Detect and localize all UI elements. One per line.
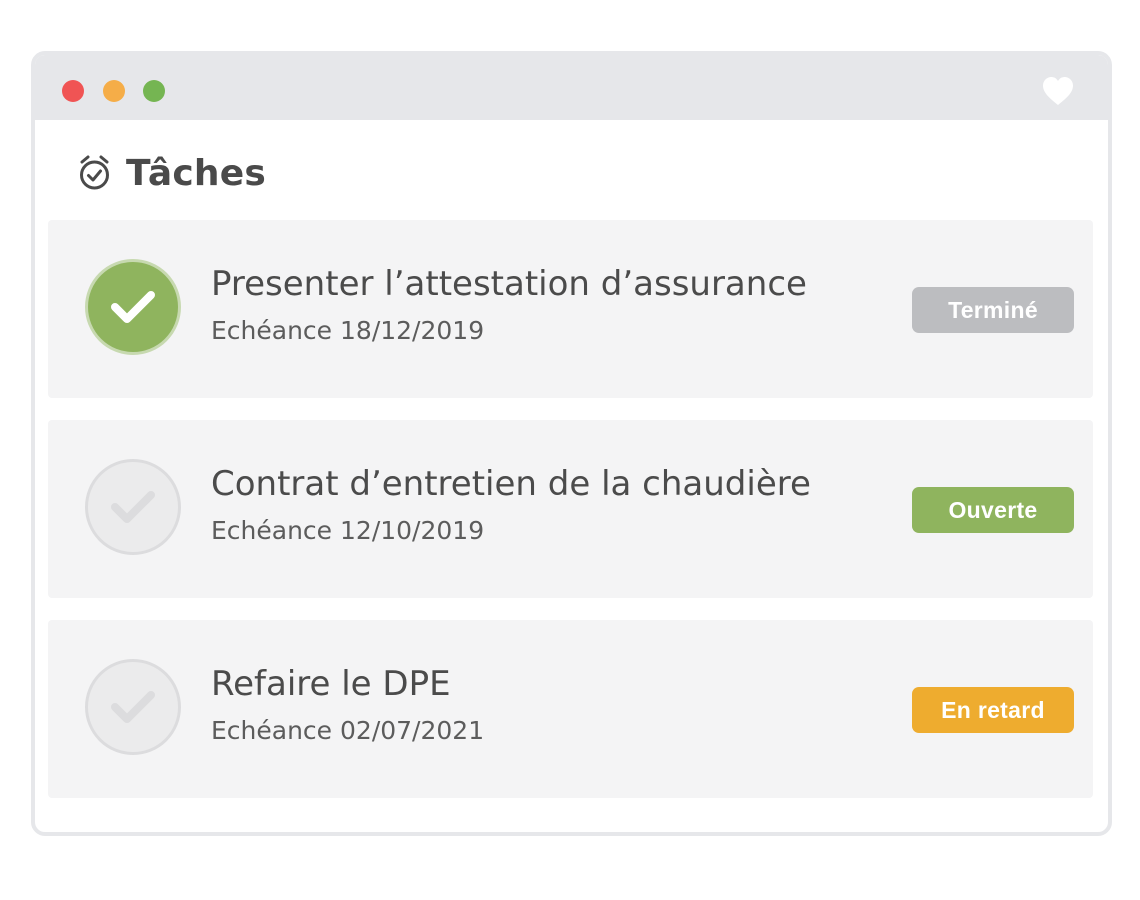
task-complete-toggle[interactable] — [85, 259, 181, 355]
close-window-button[interactable] — [62, 80, 84, 102]
task-title: Presenter l’attestation d’assurance — [211, 264, 807, 304]
task-complete-toggle[interactable] — [85, 659, 181, 755]
status-badge: En retard — [912, 687, 1074, 733]
maximize-window-button[interactable] — [143, 80, 165, 102]
task-card[interactable]: Presenter l’attestation d’assurance Eché… — [48, 220, 1093, 398]
page-header: Tâches — [78, 151, 266, 195]
task-due-date: Echéance 18/12/2019 — [211, 316, 485, 345]
task-complete-toggle[interactable] — [85, 459, 181, 555]
task-due-date: Echéance 12/10/2019 — [211, 516, 485, 545]
task-card[interactable]: Contrat d’entretien de la chaudière Eché… — [48, 420, 1093, 598]
window-titlebar — [35, 55, 1108, 120]
task-title: Contrat d’entretien de la chaudière — [211, 464, 811, 504]
heart-icon[interactable] — [1042, 76, 1074, 106]
page-title: Tâches — [126, 152, 266, 194]
checkmark-icon — [111, 291, 155, 323]
task-card[interactable]: Refaire le DPE Echéance 02/07/2021 En re… — [48, 620, 1093, 798]
minimize-window-button[interactable] — [103, 80, 125, 102]
task-list: Presenter l’attestation d’assurance Eché… — [48, 220, 1093, 820]
checkmark-icon — [111, 491, 155, 523]
status-badge: Terminé — [912, 287, 1074, 333]
app-window: Tâches Presenter l’attestation d’assuran… — [31, 51, 1112, 836]
checkmark-icon — [111, 691, 155, 723]
task-due-date: Echéance 02/07/2021 — [211, 716, 485, 745]
task-title: Refaire le DPE — [211, 664, 451, 704]
status-badge: Ouverte — [912, 487, 1074, 533]
alarm-clock-check-icon — [80, 155, 109, 190]
